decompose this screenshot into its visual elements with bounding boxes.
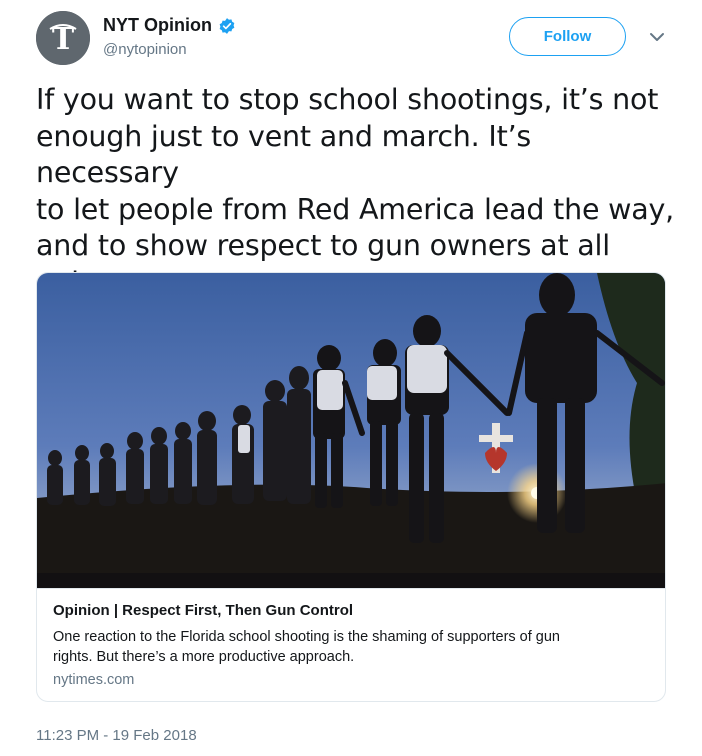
follow-button[interactable]: Follow	[509, 17, 626, 56]
card-description: One reaction to the Florida school shoot…	[53, 627, 643, 667]
verified-badge-icon	[219, 17, 235, 34]
card-body[interactable]: Opinion | Respect First, Then Gun Contro…	[37, 588, 665, 701]
author-handle[interactable]: @nytopinion	[103, 41, 187, 58]
card-title[interactable]: Opinion | Respect First, Then Gun Contro…	[53, 602, 353, 619]
author-name[interactable]: NYT Opinion	[103, 15, 236, 36]
nyt-logo-icon: T	[36, 11, 90, 65]
card-description-line: rights. But there’s a more productive ap…	[53, 649, 355, 665]
card-domain[interactable]: nytimes.com	[53, 672, 134, 688]
card-photo	[37, 273, 665, 588]
avatar[interactable]: T	[36, 11, 90, 65]
tweet-text-line: If you want to stop school shootings, it…	[36, 83, 659, 116]
timestamp[interactable]: 11:23 PM - 19 Feb 2018	[36, 727, 197, 744]
card-description-line: One reaction to the Florida school shoot…	[53, 629, 560, 645]
tweet-text-line: to let people from Red America lead the …	[36, 192, 675, 226]
link-card[interactable]: Opinion | Respect First, Then Gun Contro…	[36, 272, 666, 702]
card-image[interactable]	[37, 273, 665, 588]
tweet: T NYT Opinion @nytopinion Follow If you …	[0, 0, 702, 756]
tweet-text-line: and to show respect to gun owners at all	[36, 229, 610, 262]
author-name-text[interactable]: NYT Opinion	[103, 15, 212, 36]
tweet-text-line: enough just to vent and march. It’s nece…	[36, 119, 532, 190]
chevron-down-icon[interactable]	[648, 28, 666, 46]
tweet-text: If you want to stop school shootings, it…	[36, 82, 676, 301]
